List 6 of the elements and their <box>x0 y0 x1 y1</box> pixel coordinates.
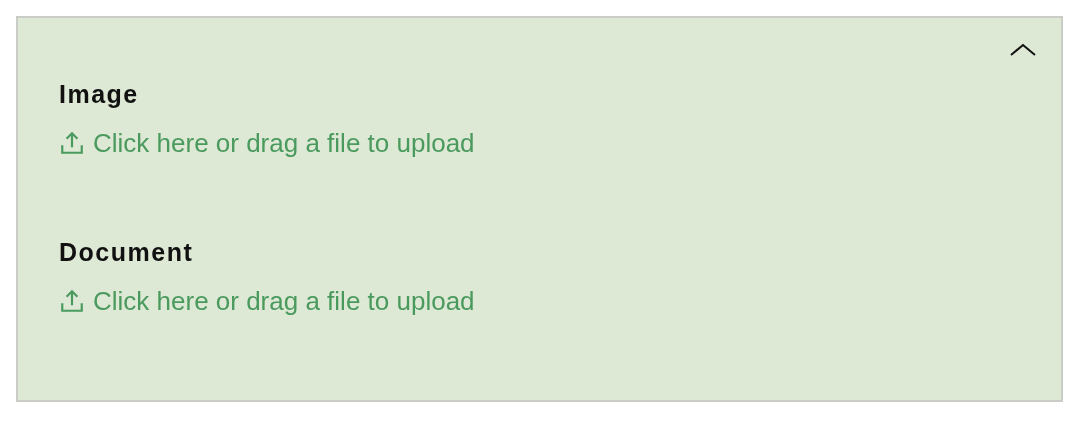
upload-icon <box>59 288 85 314</box>
field-label: Document <box>59 238 195 266</box>
upload-link[interactable]: Click here or drag a file to upload <box>59 128 475 158</box>
upload-icon <box>59 130 85 156</box>
upload-link[interactable]: Click here or drag a file to upload <box>59 286 475 316</box>
field-label: Image <box>59 80 140 108</box>
